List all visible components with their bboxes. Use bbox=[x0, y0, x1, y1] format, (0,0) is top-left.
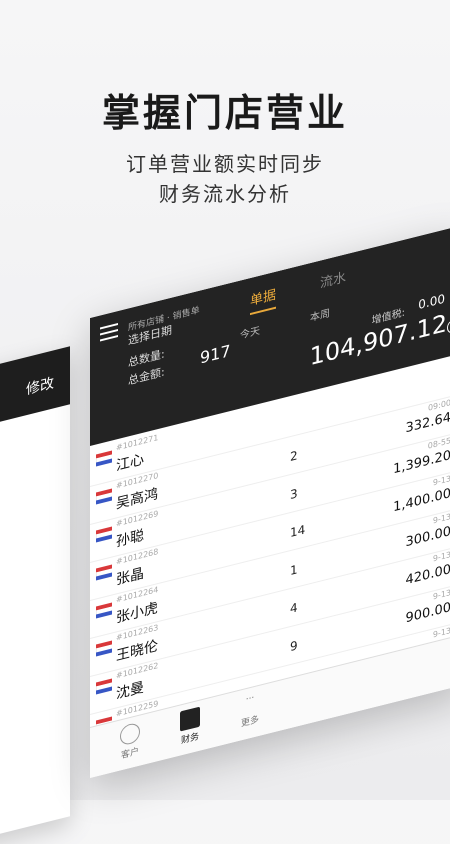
order-qty: 3 bbox=[290, 486, 298, 502]
headline: 掌握门店营业 bbox=[0, 82, 450, 137]
tab-documents[interactable]: 单据 bbox=[250, 284, 276, 315]
user-icon bbox=[120, 722, 140, 747]
order-amount: 1,400.00 bbox=[393, 486, 450, 515]
period-week[interactable]: 本周 bbox=[310, 304, 330, 324]
menu-icon[interactable] bbox=[100, 323, 118, 341]
edit-label[interactable]: 修改 bbox=[26, 372, 54, 399]
main-phone: 所有店铺 · 销售单 选择日期 总数量: 917 总金额: 单据 流水 今天 本… bbox=[90, 225, 450, 778]
finance-icon bbox=[180, 707, 200, 732]
flag-icon bbox=[96, 679, 112, 697]
tab-more[interactable]: ··· 更多 bbox=[230, 689, 270, 732]
order-date: 9-13 bbox=[433, 550, 450, 564]
tab-flow[interactable]: 流水 bbox=[320, 266, 346, 291]
flag-icon bbox=[96, 489, 112, 507]
order-amount: 1,399.20 bbox=[393, 448, 450, 477]
customer-name: 张晶 bbox=[116, 563, 144, 590]
order-qty: 14 bbox=[290, 522, 305, 540]
order-date: 9-13 bbox=[433, 588, 450, 602]
customer-name: 江心 bbox=[116, 449, 144, 476]
customer-name: 沈曼 bbox=[116, 677, 144, 704]
order-qty: 2 bbox=[290, 448, 298, 464]
left-phone-preview: 修改 bbox=[0, 346, 70, 843]
period-today[interactable]: 今天 bbox=[240, 322, 260, 342]
tax-value: 0.00 bbox=[418, 291, 445, 312]
order-amount: 300.00 bbox=[406, 524, 450, 550]
flag-icon bbox=[96, 603, 112, 621]
order-date: 9-13 bbox=[433, 512, 450, 526]
order-qty: 4 bbox=[290, 600, 298, 616]
tab-customers[interactable]: 客户 bbox=[110, 719, 150, 764]
flag-icon bbox=[96, 451, 112, 469]
subline-2: 财务流水分析 bbox=[0, 178, 450, 207]
count-value: 917 bbox=[200, 341, 231, 368]
order-qty: 9 bbox=[290, 638, 298, 654]
flag-icon bbox=[96, 527, 112, 545]
flag-icon bbox=[96, 641, 112, 659]
order-amount: 332.64 bbox=[406, 410, 450, 436]
tab-finance[interactable]: 财务 bbox=[170, 704, 210, 749]
order-amount: 900.00 bbox=[406, 600, 450, 626]
flag-icon bbox=[96, 565, 112, 583]
order-amount: 420.00 bbox=[406, 562, 450, 588]
order-date: 9-13 bbox=[433, 474, 450, 488]
order-qty: 1 bbox=[290, 562, 298, 578]
customer-name: 孙聪 bbox=[116, 525, 144, 552]
more-icon: ··· bbox=[241, 692, 259, 714]
subline-1: 订单营业额实时同步 bbox=[0, 148, 450, 177]
left-phone-header: 修改 bbox=[0, 346, 70, 431]
